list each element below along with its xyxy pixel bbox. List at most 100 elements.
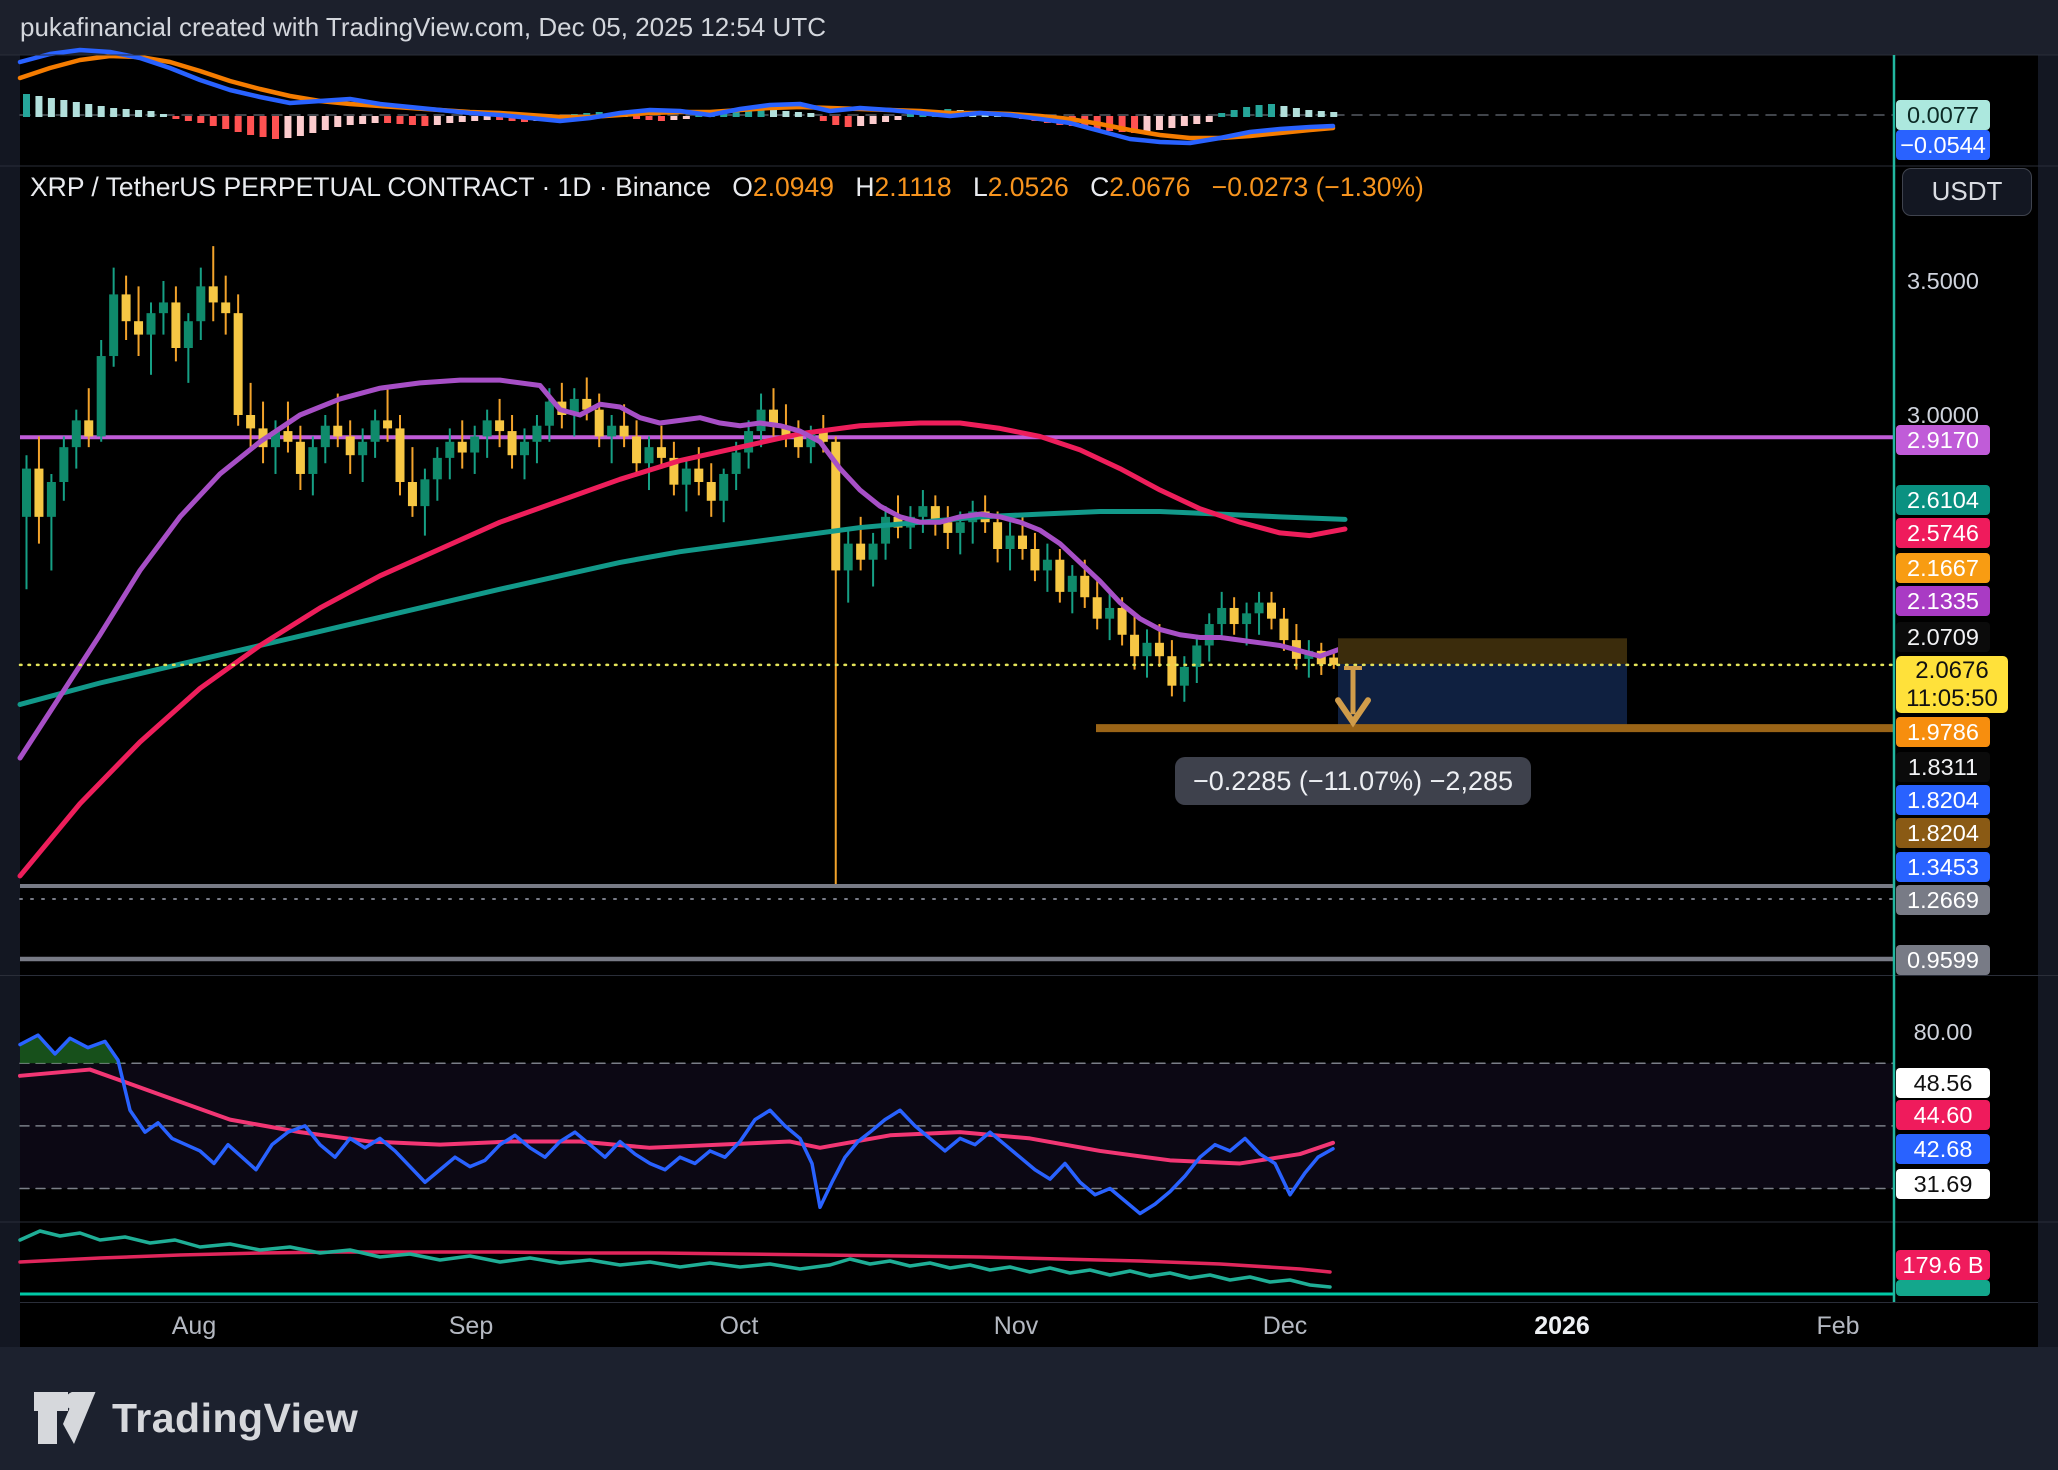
- macd-histogram-bar: [322, 116, 329, 130]
- macd-histogram-bar: [471, 116, 478, 121]
- candle-body: [732, 453, 741, 474]
- macd-histogram-bar: [1156, 116, 1163, 130]
- close-label: C: [1090, 172, 1109, 202]
- macd-histogram-bar: [870, 116, 877, 124]
- axis-price-label: 2.5746: [1896, 518, 1990, 548]
- last-price-value: 2.0676: [1896, 657, 2008, 685]
- candle-body: [47, 482, 56, 517]
- candle-body: [682, 469, 691, 485]
- candle-body: [84, 420, 93, 436]
- macd-histogram-bar: [222, 116, 229, 129]
- candle-body: [246, 415, 255, 428]
- candle-body: [881, 517, 890, 544]
- macd-histogram-bar: [1243, 107, 1250, 117]
- candle-body: [209, 286, 218, 302]
- candle-body: [1230, 608, 1239, 624]
- candle-body: [1143, 643, 1152, 656]
- macd-histogram-bar: [820, 116, 827, 121]
- axis-price-label: 2.6104: [1896, 485, 1990, 515]
- candle-body: [645, 447, 654, 463]
- macd-histogram-bar: [148, 111, 155, 117]
- time-axis-label: 2026: [1534, 1308, 1590, 1344]
- axis-price-label: 1.8311: [1896, 752, 1990, 782]
- axis-price-label: 31.69: [1896, 1169, 1990, 1199]
- symbol-title[interactable]: XRP / TetherUS PERPETUAL CONTRACT · 1D ·…: [30, 172, 711, 202]
- candle-body: [794, 436, 803, 447]
- candle-body: [657, 447, 666, 458]
- candle-body: [433, 458, 442, 479]
- candle-body: [620, 426, 629, 437]
- macd-histogram-bar: [284, 116, 291, 138]
- measurement-tooltip: −0.2285 (−11.07%) −2,285: [1175, 757, 1531, 805]
- macd-histogram-bar: [397, 116, 404, 124]
- macd-histogram-bar: [1218, 113, 1225, 117]
- candle-body: [296, 442, 305, 474]
- macd-histogram-bar: [434, 116, 441, 125]
- macd-histogram-bar: [160, 114, 167, 117]
- candle-body: [333, 426, 342, 437]
- macd-histogram-bar: [807, 113, 814, 117]
- chart-canvas[interactable]: [0, 0, 2058, 1470]
- candle-body: [134, 321, 143, 334]
- axis-price-label: 1.8204: [1896, 785, 1990, 815]
- close-value: 2.0676: [1109, 172, 1190, 202]
- tradingview-screenshot: pukafinancial created with TradingView.c…: [0, 0, 2058, 1470]
- candle-body: [420, 479, 429, 506]
- candle-body: [283, 431, 292, 442]
- macd-histogram-bar: [197, 116, 204, 123]
- macd-histogram-bar: [23, 94, 30, 117]
- macd-histogram-bar: [48, 98, 55, 117]
- candle-body: [234, 313, 243, 415]
- macd-histogram-bar: [334, 116, 341, 127]
- symbol-legend[interactable]: XRP / TetherUS PERPETUAL CONTRACT · 1D ·…: [30, 172, 1424, 203]
- macd-histogram-bar: [1231, 110, 1238, 117]
- candle-body: [508, 431, 517, 455]
- tradingview-logo-icon: [34, 1392, 96, 1444]
- candle-body: [1043, 560, 1052, 571]
- time-axis-label: Sep: [449, 1308, 493, 1344]
- candle-body: [1167, 656, 1176, 685]
- low-label: L: [973, 172, 988, 202]
- candle-body: [1006, 536, 1015, 549]
- macd-histogram-bar: [347, 116, 354, 125]
- macd-histogram-bar: [1293, 108, 1300, 117]
- axis-price-label: 1.3453: [1896, 852, 1990, 882]
- macd-histogram-bar: [98, 106, 105, 117]
- candle-body: [483, 420, 492, 436]
- macd-histogram-bar: [832, 116, 839, 125]
- axis-price-label: 1.8204: [1896, 818, 1990, 848]
- candle-body: [383, 420, 392, 428]
- price-range-box[interactable]: [1338, 664, 1627, 725]
- candle-body: [1279, 619, 1288, 640]
- macd-histogram-bar: [1330, 112, 1337, 117]
- macd-histogram-bar: [135, 110, 142, 117]
- macd-histogram-bar: [670, 116, 677, 120]
- candle-body: [371, 420, 380, 441]
- macd-histogram-bar: [683, 116, 690, 119]
- measurement-text: −0.2285 (−11.07%) −2,285: [1193, 766, 1513, 796]
- macd-histogram-bar: [260, 116, 267, 137]
- currency-toggle-button[interactable]: USDT: [1902, 168, 2032, 216]
- tradingview-logo[interactable]: TradingView: [34, 1392, 358, 1444]
- last-price-countdown-label: 2.0676 11:05:50: [1896, 656, 2008, 713]
- candle-body: [408, 482, 417, 506]
- candle-body: [956, 522, 965, 533]
- lower-pink-line: [20, 1252, 1330, 1272]
- macd-histogram-bar: [297, 116, 304, 136]
- candle-body: [844, 544, 853, 571]
- macd-histogram-bar: [235, 116, 242, 132]
- axis-price-label: 42.68: [1896, 1134, 1990, 1164]
- candle-body: [1030, 549, 1039, 570]
- candle-body: [1093, 597, 1102, 618]
- macd-histogram-bar: [372, 116, 379, 123]
- macd-histogram-bar: [484, 116, 491, 120]
- candle-body: [607, 426, 616, 437]
- candle-body: [1105, 608, 1114, 619]
- macd-histogram-bar: [85, 104, 92, 117]
- candle-body: [171, 302, 180, 348]
- candle-body: [1255, 603, 1264, 614]
- macd-histogram-bar: [384, 116, 391, 123]
- candle-body: [1130, 635, 1139, 656]
- candle-body: [545, 402, 554, 426]
- macd-histogram-bar: [1168, 116, 1175, 128]
